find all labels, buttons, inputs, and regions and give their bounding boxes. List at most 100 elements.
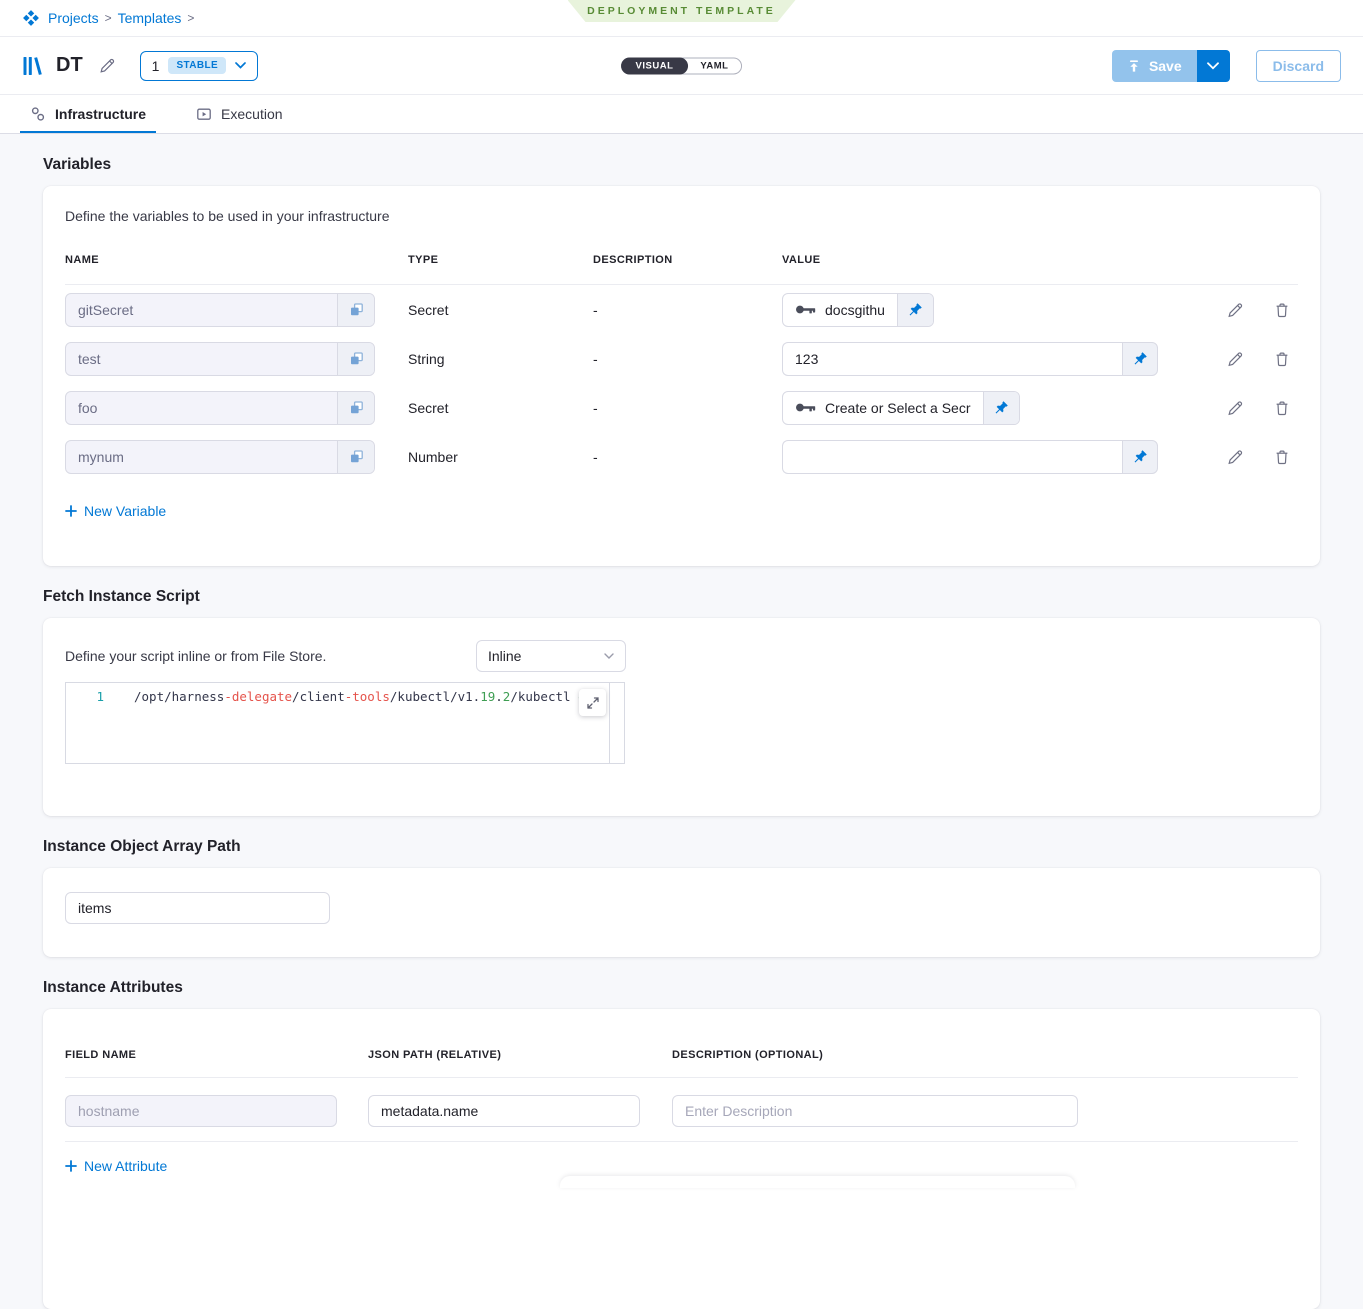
variable-name-field: gitSecret <box>65 293 375 327</box>
instance-attributes-table-header: FIELD NAME JSON PATH (RELATIVE) DESCRIPT… <box>65 1049 1298 1063</box>
new-attribute-label: New Attribute <box>84 1158 167 1174</box>
variable-value-input[interactable] <box>782 440 1122 474</box>
variable-value-input[interactable] <box>782 342 1122 376</box>
variables-heading: Variables <box>43 156 1320 174</box>
expand-editor-button[interactable] <box>579 689 606 716</box>
variable-type: String <box>408 351 445 367</box>
runtime-input-pin-button[interactable] <box>1122 440 1158 474</box>
variable-type: Number <box>408 449 458 465</box>
key-icon <box>795 303 816 316</box>
variable-name-value: test <box>66 351 337 367</box>
new-variable-button[interactable]: New Variable <box>65 503 166 519</box>
save-button[interactable]: Save <box>1112 50 1197 82</box>
column-field-name: FIELD NAME <box>65 1049 136 1061</box>
variable-description: - <box>593 449 598 465</box>
breadcrumb-separator: > <box>105 11 112 25</box>
table-row: test String - <box>65 334 1298 383</box>
chevron-down-icon <box>1207 62 1219 70</box>
create-or-select-secret-button[interactable]: Create or Select a Secr <box>782 391 1020 425</box>
column-description: DESCRIPTION <box>593 254 673 266</box>
delete-variable-button[interactable] <box>1270 347 1294 371</box>
discard-button[interactable]: Discard <box>1256 50 1341 82</box>
edit-variable-button[interactable] <box>1223 444 1248 469</box>
edit-variable-button[interactable] <box>1223 395 1248 420</box>
script-source-value: Inline <box>488 648 521 664</box>
variables-description: Define the variables to be used in your … <box>65 208 1298 224</box>
attribute-description-input[interactable] <box>672 1095 1078 1127</box>
copy-button[interactable] <box>337 343 374 375</box>
secret-name: docsgithu <box>825 302 885 318</box>
runtime-input-pin-button[interactable] <box>897 294 933 326</box>
template-title: DT <box>56 54 83 77</box>
variable-name-field: foo <box>65 391 375 425</box>
breadcrumb-projects-link[interactable]: Projects <box>48 10 99 26</box>
variable-name-value: foo <box>66 400 337 416</box>
runtime-input-pin-button[interactable] <box>983 392 1019 424</box>
copy-button[interactable] <box>337 294 374 326</box>
tab-infrastructure-label: Infrastructure <box>55 106 146 122</box>
column-json-path: JSON PATH (RELATIVE) <box>368 1049 501 1061</box>
attribute-field-name-input[interactable] <box>65 1095 337 1127</box>
instance-object-array-path-input[interactable] <box>65 892 330 924</box>
column-type: TYPE <box>408 254 438 266</box>
script-source-select[interactable]: Inline <box>476 640 626 672</box>
variable-description: - <box>593 400 598 416</box>
edit-variable-button[interactable] <box>1223 297 1248 322</box>
table-row: gitSecret Secret - docsgithu <box>65 285 1298 334</box>
breadcrumb-separator: > <box>187 11 194 25</box>
upload-icon <box>1127 59 1141 73</box>
instance-object-array-path-card <box>43 868 1320 957</box>
delete-variable-button[interactable] <box>1270 298 1294 322</box>
copy-button[interactable] <box>337 441 374 473</box>
variable-description: - <box>593 302 598 318</box>
breadcrumb-templates-link[interactable]: Templates <box>118 10 182 26</box>
secret-placeholder: Create or Select a Secr <box>825 400 971 416</box>
deployment-template-ribbon: DEPLOYMENT TEMPLATE <box>568 0 796 22</box>
tab-infrastructure[interactable]: Infrastructure <box>20 95 156 133</box>
script-code-editor[interactable]: 1 /opt/harness-delegate/client-tools/kub… <box>65 682 625 764</box>
save-label: Save <box>1149 58 1182 74</box>
script-code-line: /opt/harness-delegate/client-tools/kubec… <box>112 689 601 763</box>
new-variable-label: New Variable <box>84 503 166 519</box>
bottom-cutoff-panel <box>560 1176 1075 1188</box>
toggle-yaml[interactable]: YAML <box>687 58 741 73</box>
table-row: foo Secret - Create or Select a Secr <box>65 383 1298 432</box>
delete-variable-button[interactable] <box>1270 396 1294 420</box>
plus-icon <box>65 505 77 517</box>
column-description-optional: DESCRIPTION (OPTIONAL) <box>672 1049 823 1061</box>
variable-type: Secret <box>408 302 448 318</box>
script-source-description: Define your script inline or from File S… <box>65 648 326 664</box>
save-split-button: Save <box>1112 50 1230 82</box>
pencil-icon <box>99 57 116 74</box>
editor-line-number: 1 <box>66 689 112 763</box>
edit-variable-button[interactable] <box>1223 346 1248 371</box>
variable-name-field: mynum <box>65 440 375 474</box>
table-divider <box>65 1141 1298 1142</box>
visual-yaml-toggle: VISUAL YAML <box>621 57 743 74</box>
variable-description: - <box>593 351 598 367</box>
runtime-input-pin-button[interactable] <box>1122 342 1158 376</box>
new-attribute-button[interactable]: New Attribute <box>65 1158 167 1174</box>
version-number: 1 <box>152 58 160 74</box>
attribute-json-path-input[interactable] <box>368 1095 640 1127</box>
variables-card: Define the variables to be used in your … <box>43 186 1320 566</box>
toggle-visual[interactable]: VISUAL <box>621 57 689 74</box>
column-name: NAME <box>65 254 99 266</box>
plus-icon <box>65 1160 77 1172</box>
variable-name-value: gitSecret <box>66 302 337 318</box>
template-library-icon <box>22 55 44 77</box>
projects-icon <box>22 9 40 27</box>
copy-button[interactable] <box>337 392 374 424</box>
edit-title-button[interactable] <box>99 57 116 74</box>
version-selector[interactable]: 1 STABLE <box>140 51 258 81</box>
secret-reference-chip[interactable]: docsgithu <box>782 293 934 327</box>
chevron-down-icon <box>235 62 246 69</box>
save-options-button[interactable] <box>1197 50 1230 82</box>
fetch-instance-script-heading: Fetch Instance Script <box>43 588 1320 606</box>
variable-name-value: mynum <box>66 449 337 465</box>
delete-variable-button[interactable] <box>1270 445 1294 469</box>
tab-execution[interactable]: Execution <box>186 95 292 133</box>
instance-attributes-heading: Instance Attributes <box>43 979 1320 997</box>
variable-name-field: test <box>65 342 375 376</box>
table-row <box>65 1095 1298 1127</box>
